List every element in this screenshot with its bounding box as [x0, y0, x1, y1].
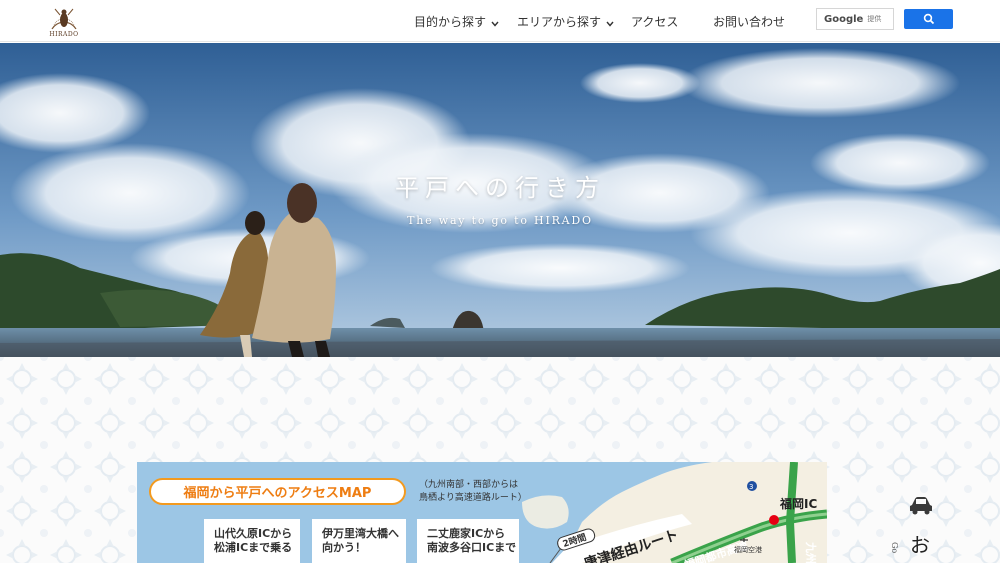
route-box: 二丈鹿家ICから 南波多谷口ICまで [417, 519, 519, 563]
route-line: 伊万里湾大橋へ [322, 527, 399, 540]
nav-item-label: エリアから探す [517, 14, 602, 29]
route-line: 南波多谷口ICまで [427, 541, 517, 554]
route-line: 二丈鹿家ICから [427, 527, 506, 540]
side-label: お [910, 533, 930, 557]
site-header: HIRADO 目的から探す エリアから探す アクセス お問い合わせ Google… [0, 0, 1000, 42]
kyushu-label: 九州 [804, 541, 818, 563]
route-line: 向かう！ [322, 541, 366, 554]
nav-item-contact[interactable]: お問い合わせ [713, 0, 785, 42]
logo-text: HIRADO [49, 31, 79, 38]
google-brand-sub: 提供 [867, 15, 882, 23]
chevron-down-icon [606, 21, 614, 27]
ic-label: 福岡IC [779, 496, 817, 511]
search-button[interactable] [904, 9, 953, 29]
hero-title: 平戸への行き方 [395, 174, 605, 202]
map-graphic: 2時間 唐津経由ルート 福岡都市高速 福岡IC 3 福岡空港 九州 [522, 462, 827, 563]
access-map-card[interactable]: 福岡から平戸へのアクセスMAP （九州南部・西部からは 鳥栖より高速道路ルート）… [137, 462, 827, 563]
route-box: 山代久原ICから 松浦ICまで乗る [204, 519, 300, 563]
nav-item-access[interactable]: アクセス [631, 0, 678, 42]
search-icon [923, 13, 934, 25]
hero-banner: 平戸への行き方 The way to go to HIRADO [0, 43, 1000, 357]
side-access-widget[interactable]: Go お [890, 485, 954, 563]
route-number-label: 3 [749, 483, 753, 491]
nav-item-label: 目的から探す [414, 14, 487, 29]
route-line: 松浦ICまで乗る [214, 541, 293, 554]
nav-item-label: お問い合わせ [713, 14, 786, 29]
google-brand-label: Google [824, 13, 864, 25]
route-box: 伊万里湾大橋へ 向かう！ [312, 519, 406, 563]
route-line: 山代久原ICから [214, 527, 293, 540]
map-title: 福岡から平戸へのアクセスMAP [149, 478, 406, 505]
car-icon [910, 497, 932, 515]
side-go-label: Go [890, 542, 899, 554]
nav-item-label: アクセス [631, 14, 679, 29]
nav-item-area[interactable]: エリアから探す [517, 0, 615, 42]
hero-subtitle: The way to go to HIRADO [407, 214, 593, 227]
airport-label: 福岡空港 [734, 545, 762, 554]
nav-item-purpose[interactable]: 目的から探す [414, 0, 500, 42]
search-input[interactable]: Google 提供 [816, 8, 894, 30]
chevron-down-icon [491, 21, 499, 27]
